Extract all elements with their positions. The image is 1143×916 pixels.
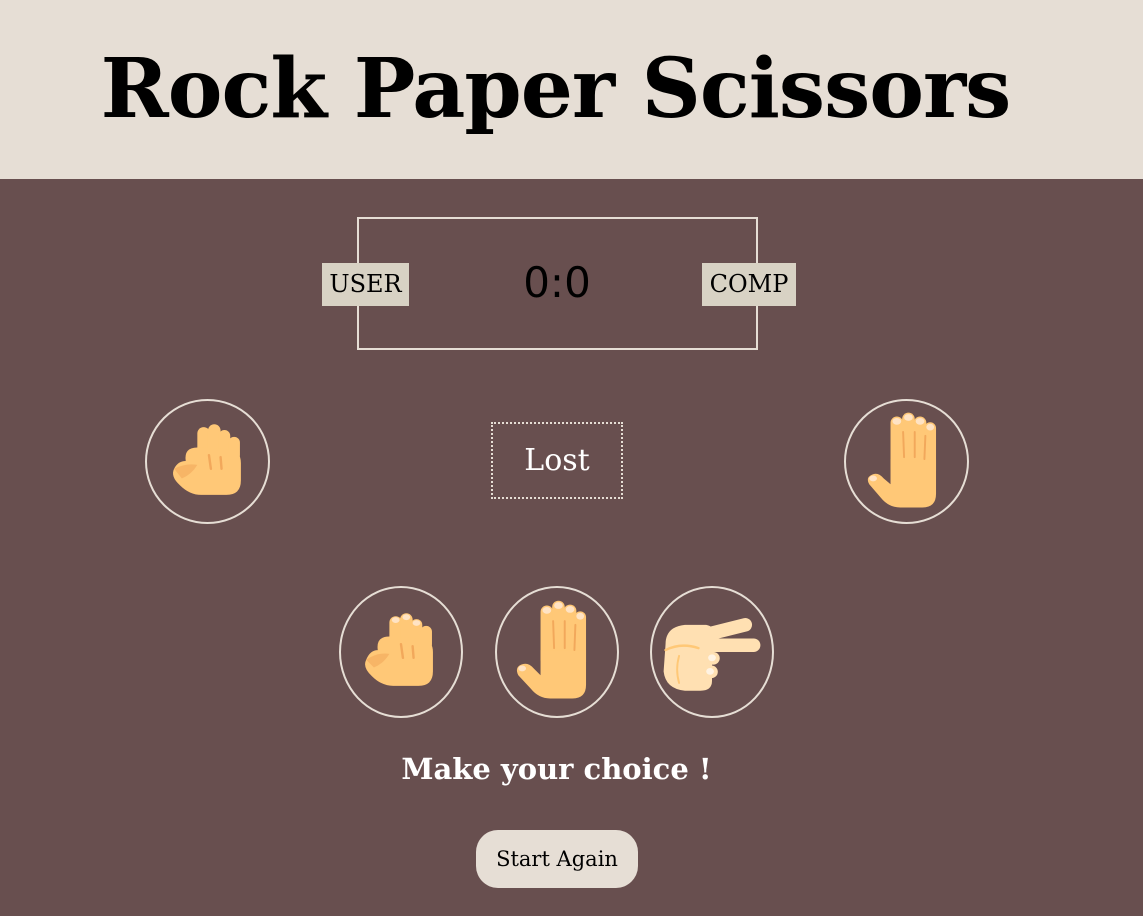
start-again-button[interactable]: Start Again xyxy=(476,830,638,888)
scissors-hand-icon xyxy=(663,618,761,691)
user-label: USER xyxy=(322,263,409,306)
header: Rock Paper Scissors xyxy=(0,0,1143,179)
paper-hand-icon xyxy=(516,600,587,699)
paper-hand-icon xyxy=(867,412,937,508)
score-display: 0:0 xyxy=(523,258,591,307)
choice-paper-button[interactable] xyxy=(495,586,619,718)
choice-rock-button[interactable] xyxy=(339,586,463,718)
page-title: Rock Paper Scissors xyxy=(100,41,1012,137)
comp-label: COMP xyxy=(702,263,796,306)
rock-hand-icon xyxy=(172,424,241,495)
status-message: Make your choice ! xyxy=(401,752,712,786)
choice-scissors-button[interactable] xyxy=(650,586,774,718)
rock-hand-icon xyxy=(365,613,433,686)
comp-pick xyxy=(844,399,969,524)
user-pick xyxy=(145,399,270,524)
round-result: Lost xyxy=(491,422,623,499)
